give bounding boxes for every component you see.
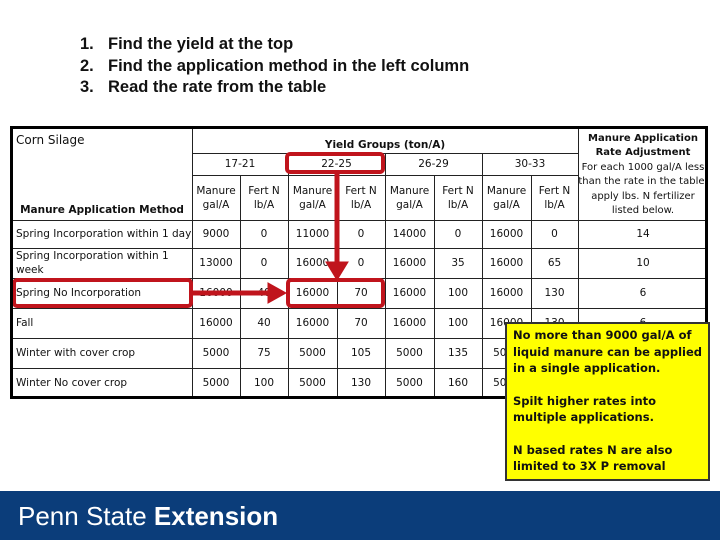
- instruction-step: 1. Find the yield at the top: [80, 34, 469, 56]
- note-paragraph: Spilt higher rates into multiple applica…: [513, 393, 657, 425]
- step-number: 2.: [80, 56, 94, 75]
- note-paragraph: N based rates N are also limited to 3X P…: [513, 442, 673, 474]
- step-number: 3.: [80, 78, 94, 96]
- note-paragraph: No more than 9000 gal/A of liquid manure…: [513, 328, 703, 375]
- step-text: Read the rate from the table: [108, 78, 327, 96]
- step-text: Find the yield at the top: [108, 35, 294, 53]
- instruction-step: 3. Read the rate from the table: [80, 77, 469, 99]
- instruction-step: 2. Find the application method in the lef…: [80, 56, 469, 78]
- step-number: 1.: [80, 35, 94, 53]
- step-text: Find the application method in the left …: [108, 56, 470, 75]
- penn-state-extension-logo: Penn State Extension: [18, 501, 279, 531]
- footer-banner: Penn State Extension: [0, 491, 720, 540]
- note-callout: No more than 9000 gal/A of liquid manure…: [505, 322, 710, 481]
- instruction-list: 1. Find the yield at the top 2. Find the ap…: [80, 34, 469, 99]
